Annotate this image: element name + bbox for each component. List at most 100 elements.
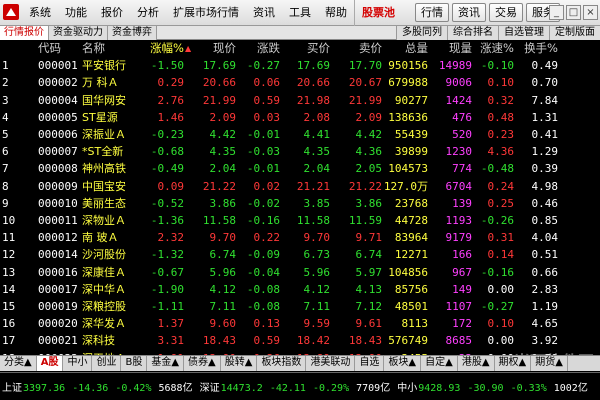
view-tab-bar: 行情报价 资金驱动力 资金博弈 多股同列 综合排名 自选管理 定制版面: [0, 26, 600, 40]
menu-item-0[interactable]: 系统: [22, 0, 58, 26]
cell-3: 0.09: [157, 179, 185, 193]
mode-button-2[interactable]: 交易: [489, 3, 523, 22]
right-tab-0[interactable]: 多股同列: [396, 26, 447, 40]
sh-label: 上证: [2, 383, 22, 394]
tab-1[interactable]: 资金驱动力: [49, 26, 108, 40]
column-header-10[interactable]: 涨速%: [474, 40, 514, 57]
column-header-9[interactable]: 现量: [432, 40, 472, 57]
category-tab-10[interactable]: 自选: [355, 356, 385, 371]
menu-item-4[interactable]: 扩展市场行情: [166, 0, 246, 26]
cell-11: 4.04: [531, 231, 559, 245]
table-row[interactable]: 14 000017 深中华Ａ -1.90 4.12 -0.08 4.12 4.13 85756 1…: [0, 281, 600, 298]
cell-2: ST星源: [82, 110, 118, 124]
cell-3: -1.90: [150, 282, 184, 296]
sz-amount: 7709亿: [356, 383, 391, 394]
menu-item-5[interactable]: 资讯: [246, 0, 282, 26]
cell-3: -0.49: [150, 162, 184, 176]
right-tab-2[interactable]: 自选管理: [498, 26, 549, 40]
category-tab-12[interactable]: 自定▲: [421, 356, 458, 371]
table-row[interactable]: 9 000010 美丽生态 -0.52 3.86 -0.02 3.85 3.86 23768 13…: [0, 195, 600, 212]
table-row[interactable]: 13 000016 深康佳Ａ -0.67 5.96 -0.04 5.96 5.97 104856…: [0, 264, 600, 281]
column-header-3[interactable]: 涨幅%: [140, 40, 184, 57]
stock-pool-menu[interactable]: 股票池: [354, 0, 402, 26]
column-header-2[interactable]: 名称: [82, 40, 144, 57]
tab-0[interactable]: 行情报价: [0, 26, 49, 40]
cell-5: 0.06: [253, 76, 281, 90]
table-row[interactable]: 7 000008 神州高铁 -0.49 2.04 -0.01 2.04 2.05 104573 7…: [0, 160, 600, 177]
category-tab-3[interactable]: 创业: [92, 356, 122, 371]
table-row[interactable]: 11 000012 南 玻Ａ 2.32 9.70 0.22 9.70 9.71 83964 917…: [0, 229, 600, 246]
sz-change: -42.11: [269, 383, 306, 394]
table-row[interactable]: 10 000011 深物业Ａ -1.36 11.58 -0.16 11.58 11.59 447…: [0, 212, 600, 229]
sz-label: 深证: [199, 383, 220, 394]
cell-1: 000017: [38, 282, 78, 296]
category-tab-2[interactable]: 中小: [63, 356, 93, 371]
tab-2[interactable]: 资金博弈: [108, 26, 157, 40]
table-row[interactable]: 6 000007 *ST全新 -0.68 4.35 -0.03 4.35 4.36 39899 1…: [0, 143, 600, 160]
cell-9: 6704: [445, 179, 473, 193]
table-row[interactable]: 2 000002 万 科Ａ 0.29 20.66 0.06 20.66 20.67 679988…: [0, 74, 600, 91]
cell-0: 3: [2, 93, 9, 107]
right-tab-1[interactable]: 综合排名: [447, 26, 498, 40]
column-header-4[interactable]: 现价: [192, 40, 236, 57]
window-controls: _ □ ×: [549, 5, 598, 20]
cell-1: 000006: [38, 128, 78, 141]
right-tab-3[interactable]: 定制版面: [549, 26, 600, 40]
column-header-11[interactable]: 换手%: [520, 40, 558, 57]
table-row[interactable]: 3 000004 国华网安 2.76 21.99 0.59 21.98 21.99 90277 1…: [0, 92, 600, 109]
menu-item-3[interactable]: 分析: [130, 0, 166, 26]
cell-6: 3.85: [303, 196, 331, 210]
category-tab-14[interactable]: 期权▲: [495, 356, 532, 371]
category-tab-0[interactable]: 分类▲: [0, 356, 37, 371]
category-tab-11[interactable]: 板块▲: [384, 356, 422, 371]
cell-6: 4.35: [303, 145, 331, 159]
category-tab-5[interactable]: 基金▲: [147, 356, 185, 371]
sort-indicator-icon: ▲: [185, 44, 192, 53]
mode-button-1[interactable]: 资讯: [452, 3, 486, 22]
mode-button-0[interactable]: 行情: [415, 3, 449, 22]
cell-3: 1.37: [157, 317, 185, 331]
table-row[interactable]: 17 000021 深科技 3.31 18.43 0.59 18.42 18.43 576749…: [0, 332, 600, 349]
category-tab-7[interactable]: 股转▲: [221, 356, 258, 371]
cell-8: 55439: [394, 128, 428, 141]
cell-7: 2.05: [355, 162, 383, 176]
menu-item-7[interactable]: 帮助: [318, 0, 354, 26]
cell-3: 2.32: [157, 231, 185, 245]
table-row[interactable]: 1 000001 平安银行 -1.50 17.69 -0.27 17.69 17.70 9501…: [0, 57, 600, 74]
cell-5: -0.08: [246, 282, 280, 296]
column-header-8[interactable]: 总量: [382, 40, 428, 57]
cell-8: 104573: [388, 162, 428, 176]
table-row[interactable]: 4 000005 ST星源 1.46 2.09 0.03 2.08 2.09 138636 476…: [0, 109, 600, 126]
column-header-5[interactable]: 涨跌: [240, 40, 280, 57]
category-tab-6[interactable]: 债券▲: [184, 356, 221, 371]
table-row[interactable]: 8 000009 中国宝安 0.09 21.22 0.02 21.21 21.22 127.0万…: [0, 178, 600, 195]
category-tab-15[interactable]: 期货▲: [531, 356, 568, 371]
table-row[interactable]: 15 000019 深粮控股 -1.11 7.11 -0.08 7.11 7.12 48501 1…: [0, 298, 600, 315]
column-header-0[interactable]: [2, 40, 22, 57]
minimize-icon[interactable]: _: [549, 5, 564, 20]
table-row[interactable]: 5 000006 深振业Ａ -0.23 4.42 -0.01 4.41 4.42 55439 52…: [0, 126, 600, 143]
category-tab-13[interactable]: 港股▲: [458, 356, 495, 371]
column-header-1[interactable]: 代码: [38, 40, 86, 57]
close-icon[interactable]: ×: [583, 5, 598, 20]
cell-4: 18.43: [202, 334, 236, 348]
menu-item-2[interactable]: 报价: [94, 0, 130, 26]
category-tab-4[interactable]: B股: [121, 356, 148, 371]
cell-11: 3.92: [531, 334, 559, 348]
column-header-7[interactable]: 卖价: [336, 40, 382, 57]
zx-index: 9428.93: [418, 383, 461, 394]
menu-item-6[interactable]: 工具: [282, 0, 318, 26]
menu-item-1[interactable]: 功能: [58, 0, 94, 26]
cell-3: 2.76: [157, 93, 185, 107]
cell-6: 9.59: [303, 317, 331, 331]
category-tab-1[interactable]: A股: [36, 356, 64, 371]
cell-2: 美丽生态: [82, 196, 126, 210]
category-tab-9[interactable]: 港美联动: [306, 356, 356, 371]
table-row[interactable]: 12 000014 沙河股份 -1.32 6.74 -0.09 6.73 6.74 12271 1…: [0, 246, 600, 263]
category-tab-8[interactable]: 板块指数: [257, 356, 307, 371]
column-header-6[interactable]: 买价: [286, 40, 330, 57]
maximize-icon[interactable]: □: [566, 5, 581, 20]
zx-pct: -0.33%: [510, 383, 547, 394]
cell-1: 000008: [38, 162, 78, 176]
table-row[interactable]: 16 000020 深华发Ａ 1.37 9.60 0.13 9.59 9.61 8113 172 0…: [0, 315, 600, 332]
